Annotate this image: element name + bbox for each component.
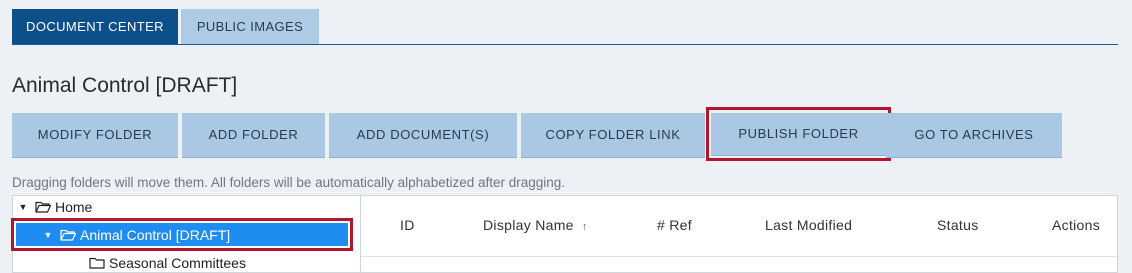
table-header: ID Display Name ↑ # Ref Last Modified St… (361, 196, 1117, 257)
go-to-archives-button[interactable]: GO TO ARCHIVES (886, 113, 1062, 157)
drag-hint: Dragging folders will move them. All fol… (12, 175, 566, 190)
add-documents-button[interactable]: ADD DOCUMENT(S) (329, 113, 517, 157)
selected-folder-highlight: ▼ Animal Control [DRAFT] (11, 218, 353, 251)
caret-down-icon[interactable]: ▼ (42, 230, 54, 240)
copy-folder-link-button[interactable]: COPY FOLDER LINK (521, 113, 705, 157)
tab-public-images[interactable]: PUBLIC IMAGES (181, 9, 319, 45)
tab-bar: DOCUMENT CENTER PUBLIC IMAGES (12, 9, 319, 45)
modify-folder-button[interactable]: MODIFY FOLDER (12, 113, 178, 157)
tree-item-label: Animal Control [DRAFT] (80, 226, 231, 243)
documents-table: ID Display Name ↑ # Ref Last Modified St… (360, 195, 1118, 273)
tree-item-seasonal-committees[interactable]: Seasonal Committees (89, 253, 246, 273)
column-actions: Actions (1052, 217, 1101, 233)
folder-open-icon (35, 201, 51, 213)
column-ref[interactable]: # Ref (657, 217, 692, 233)
tab-document-center[interactable]: DOCUMENT CENTER (12, 9, 178, 45)
tree-item-home[interactable]: ▼ Home (17, 197, 93, 217)
caret-down-icon[interactable]: ▼ (17, 202, 29, 212)
folder-tree: ▼ Home ▼ Animal Control [DRAFT] Seasonal… (11, 195, 360, 273)
add-folder-button[interactable]: ADD FOLDER (182, 113, 325, 157)
folder-icon (89, 257, 105, 269)
tab-divider (12, 44, 1118, 45)
tree-item-label: Seasonal Committees (109, 255, 246, 271)
column-last-modified[interactable]: Last Modified (765, 217, 852, 233)
tree-item-label: Home (55, 199, 93, 215)
column-label: Display Name (483, 217, 574, 233)
sort-arrow-icon: ↑ (581, 221, 588, 233)
column-status[interactable]: Status (937, 217, 979, 233)
publish-folder-button[interactable]: PUBLISH FOLDER (711, 113, 886, 155)
column-display-name[interactable]: Display Name ↑ (483, 217, 588, 233)
column-id[interactable]: ID (400, 217, 415, 233)
tree-item-animal-control[interactable]: ▼ Animal Control [DRAFT] (16, 223, 348, 246)
page-title: Animal Control [DRAFT] (12, 74, 238, 97)
publish-folder-highlight: PUBLISH FOLDER (706, 107, 891, 161)
folder-open-icon (60, 229, 76, 241)
